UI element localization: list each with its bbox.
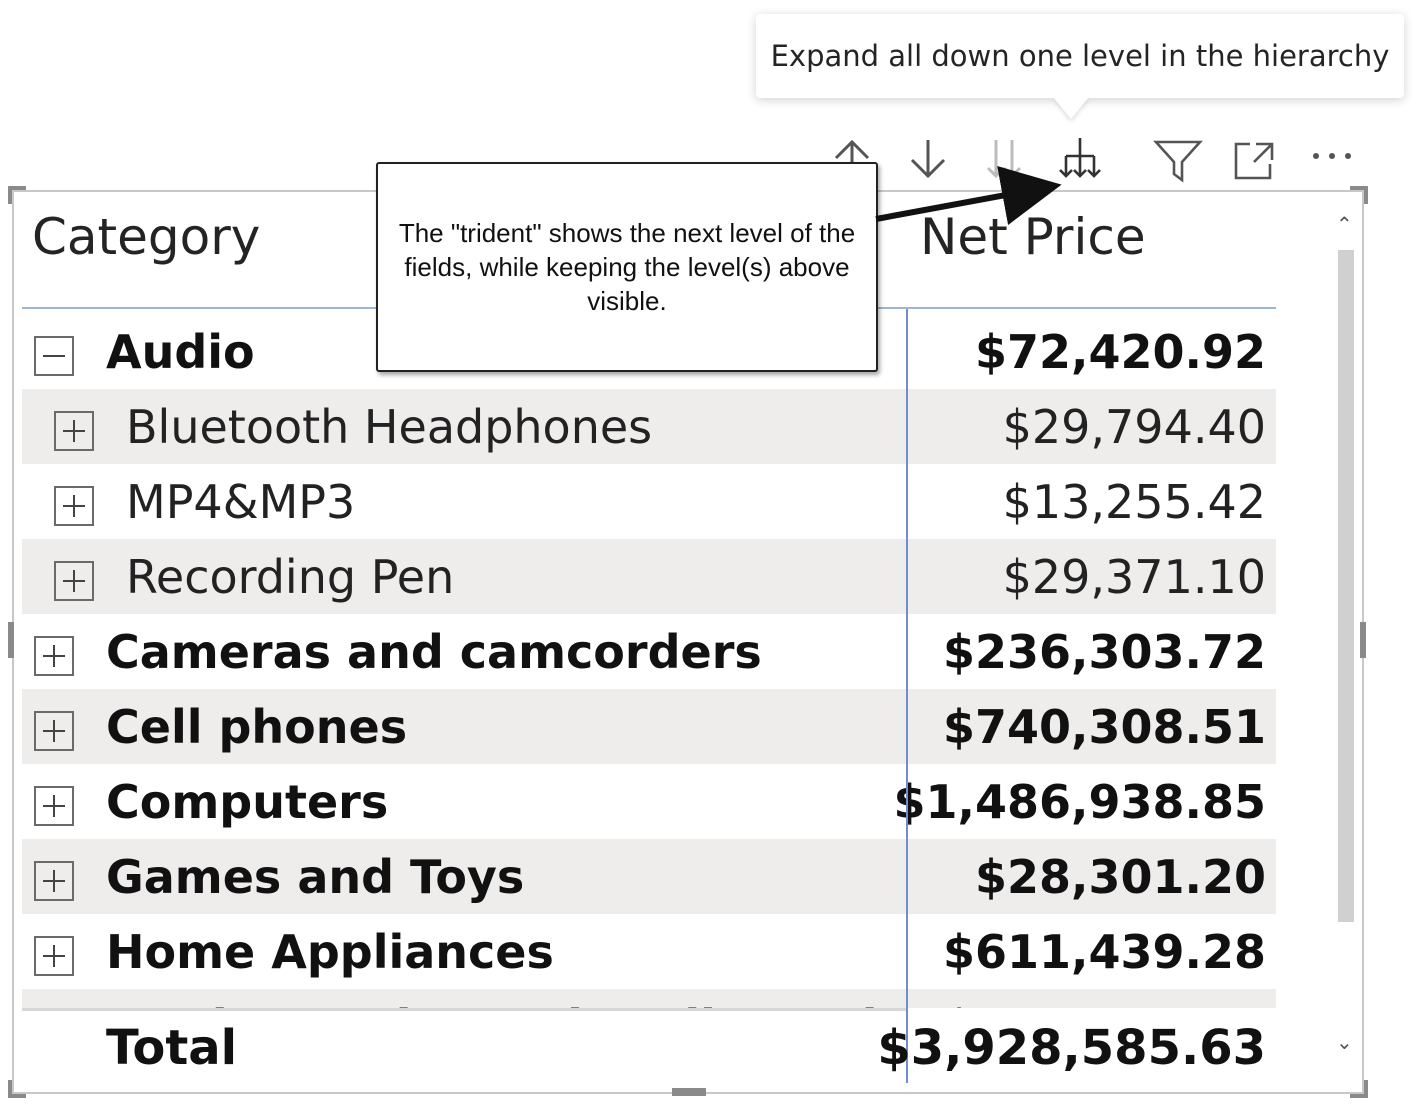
tooltip-pointer <box>1053 97 1089 119</box>
row-value: $740,308.51 <box>942 699 1266 754</box>
row-label: Cameras and camcorders <box>106 624 762 679</box>
matrix-rows: Audio $72,420.92 Bluetooth Headphones $29,7… <box>22 314 1276 1008</box>
row-label: Games and Toys <box>106 849 525 904</box>
expand-icon[interactable] <box>54 561 94 601</box>
matrix-row[interactable]: Cameras and camcorders $236,303.72 <box>22 614 1276 689</box>
expand-icon[interactable] <box>34 786 74 826</box>
column-header-category[interactable]: Category <box>32 208 260 266</box>
resize-handle-top-right[interactable] <box>1350 186 1368 204</box>
tooltip-text: Expand all down one level in the hierarc… <box>770 39 1390 73</box>
annotation-callout: The "trident" shows the next level of th… <box>376 162 878 372</box>
scroll-up-icon[interactable]: ⌃ <box>1336 212 1353 236</box>
row-value: $28,301.20 <box>974 849 1266 904</box>
expand-icon[interactable] <box>34 636 74 676</box>
focus-mode-icon[interactable] <box>1228 134 1280 186</box>
row-value: $29,371.10 <box>1002 549 1266 604</box>
row-value: $363,646.50 <box>943 1000 1266 1009</box>
matrix-row[interactable]: MP4&MP3 $13,255.42 <box>22 464 1276 539</box>
column-divider <box>906 309 908 1083</box>
matrix-row[interactable]: Cell phones $740,308.51 <box>22 689 1276 764</box>
expand-all-down-icon[interactable] <box>1054 134 1106 186</box>
row-value: $611,439.28 <box>942 924 1266 979</box>
annotation-text: The "trident" shows the next level of th… <box>398 217 856 317</box>
collapse-icon[interactable] <box>34 336 74 376</box>
resize-handle-right[interactable] <box>1360 622 1366 658</box>
row-label: MP4&MP3 <box>126 474 356 529</box>
scroll-down-icon[interactable]: ⌄ <box>1336 1030 1353 1054</box>
expand-icon[interactable] <box>54 486 94 526</box>
matrix-row[interactable]: Bluetooth Headphones $29,794.40 <box>22 389 1276 464</box>
resize-handle-bottom[interactable] <box>672 1088 706 1096</box>
resize-handle-bottom-right[interactable] <box>1350 1080 1368 1098</box>
filter-icon[interactable] <box>1152 134 1204 186</box>
row-label: Home Appliances <box>106 924 554 979</box>
annotation-arrow <box>875 166 1062 226</box>
row-value: $13,255.42 <box>1002 474 1266 529</box>
row-label: Music, Movies and Audio Books <box>106 1000 920 1009</box>
total-value: $3,928,585.63 <box>877 1020 1266 1076</box>
row-value: $29,794.40 <box>1002 399 1266 454</box>
expand-icon[interactable] <box>34 711 74 751</box>
row-value: $72,420.92 <box>974 324 1266 379</box>
resize-handle-left[interactable] <box>8 622 14 658</box>
matrix-row[interactable]: Computers $1,486,938.85 <box>22 764 1276 839</box>
expand-icon[interactable] <box>34 936 74 976</box>
matrix-row[interactable]: Home Appliances $611,439.28 <box>22 914 1276 989</box>
expand-icon[interactable] <box>34 861 74 901</box>
row-value: $236,303.72 <box>942 624 1266 679</box>
row-label: Computers <box>106 774 389 829</box>
tooltip: Expand all down one level in the hierarc… <box>756 14 1404 98</box>
row-label: Audio <box>106 324 255 379</box>
vertical-scrollbar[interactable] <box>1338 250 1354 922</box>
row-label: Recording Pen <box>126 549 455 604</box>
expand-icon[interactable] <box>54 411 94 451</box>
matrix-row[interactable]: Recording Pen $29,371.10 <box>22 539 1276 614</box>
row-label: Cell phones <box>106 699 408 754</box>
total-separator <box>22 1008 906 1011</box>
resize-handle-top-left[interactable] <box>8 186 26 204</box>
row-value: $1,486,938.85 <box>893 774 1267 829</box>
total-label: Total <box>106 1020 238 1076</box>
more-options-icon[interactable] <box>1306 134 1358 186</box>
resize-handle-bottom-left[interactable] <box>8 1080 26 1098</box>
matrix-row[interactable]: Music, Movies and Audio Books $363,646.50 <box>22 989 1276 1008</box>
row-label: Bluetooth Headphones <box>126 399 653 454</box>
matrix-row[interactable]: Games and Toys $28,301.20 <box>22 839 1276 914</box>
